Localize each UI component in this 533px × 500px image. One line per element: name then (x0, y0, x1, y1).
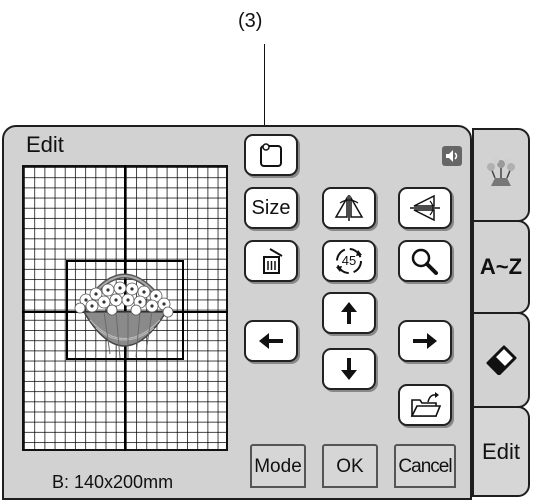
cancel-label: Cancel (398, 456, 452, 477)
rotate-button[interactable]: 45 (322, 240, 376, 282)
open-folder-icon (408, 390, 442, 420)
speaker-icon[interactable] (442, 146, 462, 166)
tab-alphabet[interactable]: A~Z (472, 220, 530, 314)
arrow-left-icon (256, 329, 286, 353)
rotate-icon: 45 (332, 244, 366, 278)
mode-button[interactable]: Mode (250, 444, 306, 488)
arrow-down-icon (337, 355, 361, 383)
mode-label: Mode (254, 456, 302, 477)
size-label: Size (251, 196, 291, 219)
frame-icon (258, 141, 284, 169)
ok-button[interactable]: OK (322, 444, 378, 488)
delete-button[interactable] (244, 240, 298, 282)
size-button[interactable]: Size (244, 187, 298, 229)
arrow-up-icon (337, 299, 361, 327)
move-up-button[interactable] (322, 292, 376, 334)
panel-title: Edit (26, 132, 64, 157)
frame-button[interactable] (244, 134, 298, 176)
callout-label: (3) (238, 10, 263, 32)
move-right-button[interactable] (398, 320, 452, 362)
mirror-horizontal-button[interactable] (398, 187, 452, 229)
tab-edit[interactable]: Edit (472, 406, 530, 497)
tab-pattern-preview[interactable] (472, 128, 530, 222)
arrow-right-icon (410, 329, 440, 353)
tab-eraser[interactable] (472, 312, 530, 408)
ok-label: OK (336, 456, 364, 477)
flower-basket-pattern[interactable] (66, 262, 184, 362)
flower-thumbnail-icon (483, 156, 519, 195)
open-button[interactable] (398, 384, 452, 426)
pattern-size-status: B: 140x200mm (52, 472, 174, 492)
magnifier-icon (409, 246, 441, 276)
cancel-button[interactable]: Cancel (394, 444, 456, 488)
zoom-button[interactable] (398, 240, 452, 282)
rotate-angle-label: 45 (341, 253, 357, 268)
eraser-icon (482, 341, 520, 380)
mirror-vertical-icon (332, 193, 366, 223)
tab-edit-label: Edit (482, 438, 520, 464)
move-down-button[interactable] (322, 348, 376, 390)
mirror-vertical-button[interactable] (322, 187, 376, 229)
mirror-horizontal-icon (408, 193, 442, 223)
move-left-button[interactable] (244, 320, 298, 362)
tab-alphabet-label: A~Z (479, 254, 523, 279)
delete-icon (256, 246, 286, 276)
